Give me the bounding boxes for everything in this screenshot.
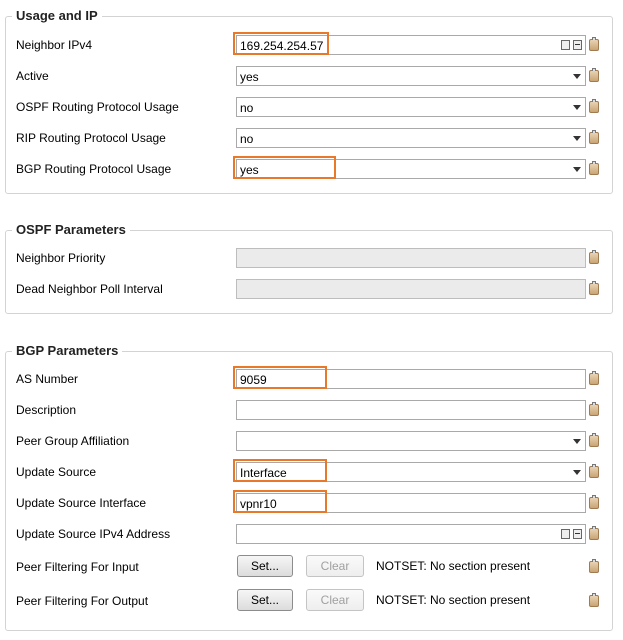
dead-neighbor-poll-field	[236, 279, 586, 299]
neighbor-priority-field	[236, 248, 586, 268]
ospf-usage-label: OSPF Routing Protocol Usage	[16, 100, 179, 114]
bgp-parameters-title: BGP Parameters	[12, 343, 123, 359]
bgp-usage-label: BGP Routing Protocol Usage	[16, 162, 172, 176]
rip-usage-select[interactable]: no	[236, 128, 586, 148]
ospf-parameters-title: OSPF Parameters	[12, 222, 130, 238]
rip-usage-row: RIP Routing Protocol Usage no	[6, 128, 612, 148]
clipboard-icon[interactable]	[589, 593, 599, 607]
active-row: Active yes	[6, 66, 612, 86]
neighbor-priority-row: Neighbor Priority	[6, 248, 612, 268]
filter-input-label: Peer Filtering For Input	[16, 560, 139, 574]
update-source-interface-row: Update Source Interface vpnr10	[6, 493, 612, 513]
filter-output-row: Peer Filtering For Output Set... Clear N…	[6, 589, 612, 613]
peer-group-row: Peer Group Affiliation	[6, 431, 612, 451]
active-value: yes	[240, 70, 259, 84]
update-source-label: Update Source	[16, 465, 97, 479]
chevron-down-icon[interactable]	[573, 74, 581, 79]
clipboard-icon[interactable]	[589, 371, 599, 385]
update-source-interface-value: vpnr10	[240, 497, 277, 511]
field-icons	[558, 39, 582, 51]
filter-input-status: NOTSET: No section present	[376, 559, 531, 573]
usage-and-ip-group: Usage and IP Neighbor IPv4 169.254.254.5…	[5, 8, 613, 194]
filter-input-clear-button[interactable]: Clear	[306, 555, 364, 577]
description-row: Description	[6, 400, 612, 420]
ospf-usage-value: no	[240, 101, 254, 115]
update-source-ipv4-row: Update Source IPv4 Address	[6, 524, 612, 544]
clear-icon[interactable]	[573, 529, 582, 539]
ospf-usage-select[interactable]: no	[236, 97, 586, 117]
dead-neighbor-poll-label: Dead Neighbor Poll Interval	[16, 282, 163, 296]
filter-output-label: Peer Filtering For Output	[16, 594, 149, 608]
clipboard-icon[interactable]	[589, 130, 599, 144]
chevron-down-icon[interactable]	[573, 439, 581, 444]
clipboard-icon[interactable]	[589, 68, 599, 82]
bgp-usage-select[interactable]: yes	[236, 159, 586, 179]
neighbor-ipv4-row: Neighbor IPv4 169.254.254.57	[6, 35, 612, 55]
clear-icon[interactable]	[573, 40, 582, 50]
filter-output-set-button[interactable]: Set...	[237, 589, 293, 611]
chevron-down-icon[interactable]	[573, 470, 581, 475]
update-source-interface-label: Update Source Interface	[16, 496, 147, 510]
clipboard-icon[interactable]	[589, 250, 599, 264]
dead-neighbor-poll-row: Dead Neighbor Poll Interval	[6, 279, 612, 299]
bgp-parameters-group: BGP Parameters AS Number 9059 Descriptio…	[5, 343, 613, 631]
chevron-down-icon[interactable]	[573, 105, 581, 110]
update-source-ipv4-label: Update Source IPv4 Address	[16, 527, 171, 541]
peer-group-label: Peer Group Affiliation	[16, 434, 130, 448]
bgp-usage-row: BGP Routing Protocol Usage yes	[6, 159, 612, 179]
as-number-label: AS Number	[16, 372, 79, 386]
clipboard-icon[interactable]	[589, 495, 599, 509]
rip-usage-label: RIP Routing Protocol Usage	[16, 131, 166, 145]
filter-input-row: Peer Filtering For Input Set... Clear NO…	[6, 555, 612, 579]
field-icons	[558, 528, 582, 540]
update-source-select[interactable]: Interface	[236, 462, 586, 482]
address-book-icon[interactable]	[561, 40, 570, 50]
rip-usage-value: no	[240, 132, 254, 146]
peer-group-select[interactable]	[236, 431, 586, 451]
clipboard-icon[interactable]	[589, 433, 599, 447]
neighbor-ipv4-value: 169.254.254.57	[240, 39, 324, 53]
clipboard-icon[interactable]	[589, 161, 599, 175]
filter-output-status: NOTSET: No section present	[376, 593, 531, 607]
ospf-usage-row: OSPF Routing Protocol Usage no	[6, 97, 612, 117]
neighbor-priority-label: Neighbor Priority	[16, 251, 106, 265]
active-label: Active	[16, 69, 49, 83]
filter-input-set-button[interactable]: Set...	[237, 555, 293, 577]
as-number-value: 9059	[240, 373, 267, 387]
update-source-ipv4-field[interactable]	[236, 524, 586, 544]
chevron-down-icon[interactable]	[573, 167, 581, 172]
clipboard-icon[interactable]	[589, 402, 599, 416]
filter-output-clear-button[interactable]: Clear	[306, 589, 364, 611]
bgp-usage-value: yes	[240, 163, 259, 177]
as-number-row: AS Number 9059	[6, 369, 612, 389]
clipboard-icon[interactable]	[589, 37, 599, 51]
address-book-icon[interactable]	[561, 529, 570, 539]
ospf-parameters-group: OSPF Parameters Neighbor Priority Dead N…	[5, 222, 613, 314]
clipboard-icon[interactable]	[589, 464, 599, 478]
clipboard-icon[interactable]	[589, 526, 599, 540]
update-source-value: Interface	[240, 466, 287, 480]
as-number-field[interactable]: 9059	[236, 369, 586, 389]
description-field[interactable]	[236, 400, 586, 420]
update-source-interface-field[interactable]: vpnr10	[236, 493, 586, 513]
usage-and-ip-title: Usage and IP	[12, 8, 102, 24]
neighbor-ipv4-field[interactable]: 169.254.254.57	[236, 35, 586, 55]
clipboard-icon[interactable]	[589, 559, 599, 573]
description-label: Description	[16, 403, 77, 417]
active-select[interactable]: yes	[236, 66, 586, 86]
clipboard-icon[interactable]	[589, 99, 599, 113]
chevron-down-icon[interactable]	[573, 136, 581, 141]
neighbor-ipv4-label: Neighbor IPv4	[16, 38, 93, 52]
update-source-row: Update Source Interface	[6, 462, 612, 482]
clipboard-icon[interactable]	[589, 281, 599, 295]
